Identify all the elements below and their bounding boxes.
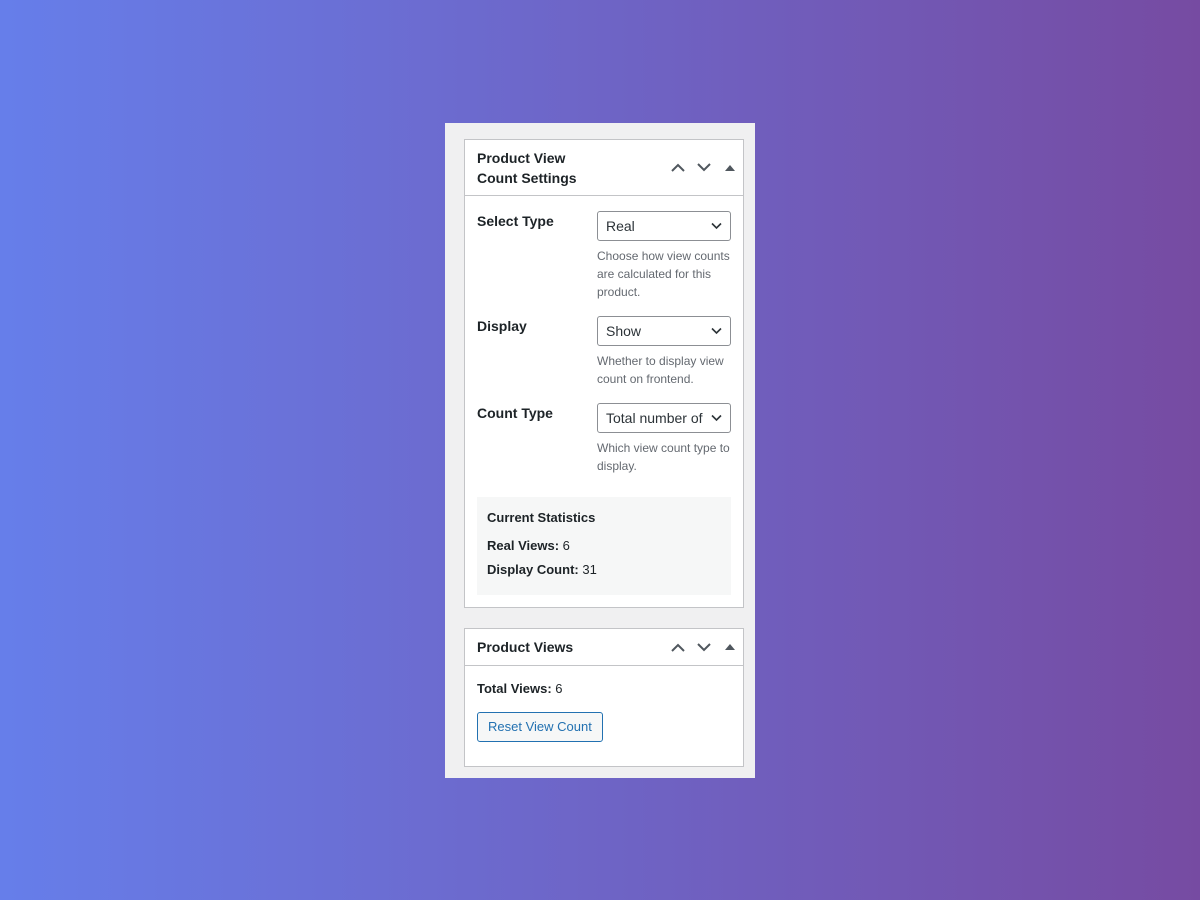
display-description: Whether to display view count on fronten… [597, 354, 724, 386]
move-down-button[interactable] [691, 634, 717, 660]
current-statistics-title: Current Statistics [487, 510, 596, 525]
count-type-value: Total number of [606, 410, 703, 426]
meta-box-sidebar: Product View Count Settings Select Type … [445, 123, 755, 778]
view-count-settings-box: Product View Count Settings Select Type … [464, 139, 744, 608]
product-views-title: Product Views [477, 639, 574, 655]
select-type-control: Real Choose how view counts are calculat… [597, 211, 731, 301]
display-control: Show Whether to display view count on fr… [597, 316, 731, 388]
move-down-button[interactable] [691, 155, 717, 181]
select-type-dropdown[interactable]: Real [597, 211, 731, 241]
count-type-control: Total number of Which view count type to… [597, 403, 731, 475]
real-views-stat: Real Views: 6 [487, 537, 570, 555]
toggle-panel-button[interactable] [717, 634, 743, 660]
real-views-label: Real Views: [487, 538, 560, 553]
toggle-panel-button[interactable] [717, 155, 743, 181]
display-value: Show [606, 323, 642, 339]
chevron-down-icon [711, 222, 722, 230]
move-up-button[interactable] [665, 155, 691, 181]
product-views-box: Product Views Total Views: 6 Reset View … [464, 628, 744, 767]
select-type-value: Real [606, 218, 635, 234]
count-type-label: Count Type [477, 405, 553, 421]
current-statistics-panel: Current Statistics Real Views: 6 Display… [477, 497, 731, 595]
display-label: Display [477, 318, 527, 334]
total-views-value: 6 [555, 681, 563, 696]
display-count-label: Display Count: [487, 562, 579, 577]
chevron-down-icon [697, 642, 711, 651]
settings-box-header: Product View Count Settings [465, 140, 743, 196]
chevron-down-icon [711, 327, 722, 335]
chevron-up-icon [671, 643, 685, 652]
total-views-label: Total Views: [477, 681, 552, 696]
display-dropdown[interactable]: Show [597, 316, 731, 346]
product-views-header: Product Views [465, 629, 743, 666]
chevron-down-icon [711, 414, 722, 422]
move-up-button[interactable] [665, 634, 691, 660]
settings-box-handle-actions [665, 140, 743, 195]
product-views-handle-actions [665, 629, 743, 665]
chevron-down-icon [697, 163, 711, 172]
reset-view-count-button[interactable]: Reset View Count [477, 712, 603, 742]
real-views-value: 6 [562, 538, 570, 553]
triangle-up-icon [725, 164, 735, 171]
triangle-up-icon [725, 644, 735, 650]
settings-box-title: Product View Count Settings [477, 150, 577, 186]
display-count-stat: Display Count: 31 [487, 561, 597, 579]
total-views: Total Views: 6 [477, 680, 563, 698]
count-type-description: Which view count type to display. [597, 441, 730, 473]
select-type-description: Choose how view counts are calculated fo… [597, 249, 730, 299]
select-type-label: Select Type [477, 213, 554, 229]
display-count-value: 31 [582, 562, 597, 577]
chevron-up-icon [671, 163, 685, 172]
count-type-dropdown[interactable]: Total number of [597, 403, 731, 433]
